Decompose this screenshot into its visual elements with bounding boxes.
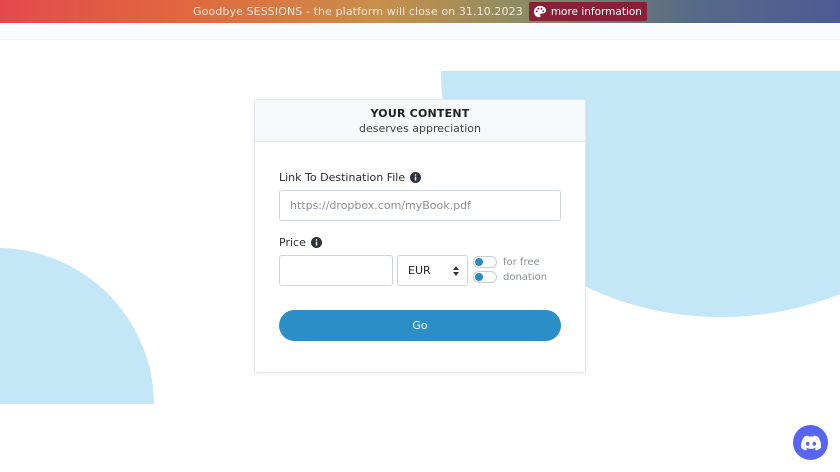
link-field-label: Link To Destination File: [279, 171, 422, 184]
discord-icon: [800, 435, 821, 450]
palette-icon: [533, 5, 546, 17]
donation-toggle[interactable]: [473, 271, 497, 283]
info-icon[interactable]: [410, 172, 422, 183]
discord-button[interactable]: [793, 425, 828, 460]
top-nav: [0, 23, 840, 40]
background-shape-left: [0, 248, 155, 404]
toggle-knob: [475, 258, 483, 266]
link-field-label-text: Link To Destination File: [279, 171, 406, 184]
price-field-label: Price: [279, 236, 322, 249]
info-icon[interactable]: [310, 237, 322, 248]
banner-text: Goodbye SESSIONS - the platform will clo…: [193, 5, 523, 18]
destination-link-input[interactable]: [279, 190, 561, 221]
select-caret-icon: [453, 265, 459, 276]
price-field-label-text: Price: [279, 236, 306, 249]
for-free-toggle[interactable]: [473, 256, 497, 268]
currency-select[interactable]: EUR: [397, 255, 468, 286]
currency-selected-value: EUR: [408, 264, 431, 277]
price-input[interactable]: [279, 255, 393, 286]
content-form-card: YOUR CONTENT deserves appreciation Link …: [254, 99, 586, 373]
for-free-option[interactable]: for free: [473, 256, 540, 268]
more-information-button[interactable]: more information: [528, 2, 647, 21]
announcement-banner: Goodbye SESSIONS - the platform will clo…: [0, 0, 840, 23]
for-free-label: for free: [503, 256, 540, 268]
more-information-label: more information: [550, 5, 642, 18]
donation-option[interactable]: donation: [473, 271, 547, 283]
card-header: YOUR CONTENT deserves appreciation: [255, 100, 585, 142]
go-button[interactable]: Go: [279, 310, 561, 341]
card-subtitle: deserves appreciation: [359, 121, 481, 135]
donation-label: donation: [503, 271, 548, 283]
toggle-knob: [475, 273, 483, 281]
card-title: YOUR CONTENT: [370, 106, 470, 120]
